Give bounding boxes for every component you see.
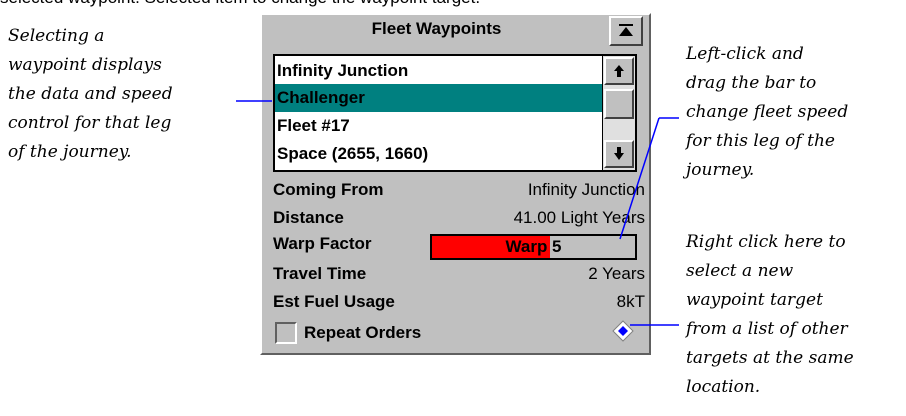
clipped-caption-text: selected waypoint. Selected item to chan… — [0, 0, 906, 9]
waypoint-list[interactable]: Infinity Junction Challenger Fleet #17 S… — [273, 54, 637, 172]
repeat-orders-label: Repeat Orders — [304, 323, 422, 342]
list-item-waypoint-2[interactable]: Fleet #17 — [275, 112, 602, 140]
coming-from-label: Coming From — [273, 180, 384, 199]
list-scrollbar[interactable] — [602, 56, 635, 170]
distance-value: 41.00 Light Years — [513, 208, 645, 227]
annotation-line: Selecting a — [8, 26, 105, 46]
annotation-line: journey. — [686, 160, 755, 180]
travel-time-label: Travel Time — [273, 264, 367, 283]
annotation-line: change fleet speed — [686, 102, 849, 122]
annotation-selecting-waypoint: Selecting a waypoint displays the data a… — [8, 22, 173, 167]
est-fuel-value: 8kT — [616, 292, 645, 311]
diamond-icon — [612, 320, 634, 342]
annotation-line: Right click here to — [686, 232, 846, 252]
waypoint-target-diamond-button[interactable] — [612, 320, 634, 342]
est-fuel-row: Est Fuel Usage 8kT — [273, 292, 645, 318]
annotation-line: the data and speed — [8, 84, 173, 104]
annotation-line: drag the bar to — [686, 73, 817, 93]
warp-speed-bar[interactable]: Warp 5 — [430, 234, 637, 260]
list-item-waypoint-1[interactable]: Challenger — [275, 84, 602, 112]
annotation-warp-bar: Left-click and drag the bar to change fl… — [686, 40, 848, 185]
annotation-line: waypoint displays — [8, 55, 162, 75]
coming-from-value: Infinity Junction — [527, 180, 645, 199]
est-fuel-label: Est Fuel Usage — [273, 292, 395, 311]
annotation-line: select a new — [686, 261, 794, 281]
collapse-button[interactable] — [609, 16, 643, 46]
panel-title: Fleet Waypoints — [371, 19, 502, 38]
list-item-waypoint-3[interactable]: Space (2655, 1660) — [275, 140, 602, 168]
annotation-line: location. — [686, 377, 761, 397]
travel-time-row: Travel Time 2 Years — [273, 264, 645, 290]
fleet-waypoints-panel: Fleet Waypoints Infinity Junction Challe… — [260, 13, 651, 355]
annotation-line: targets at the same — [686, 348, 854, 368]
scroll-thumb[interactable] — [604, 89, 634, 119]
scroll-up-button[interactable] — [604, 57, 634, 85]
annotation-line: Left-click and — [686, 44, 804, 64]
list-item-waypoint-0[interactable]: Infinity Junction — [275, 57, 602, 85]
arrow-up-icon — [614, 65, 624, 77]
annotation-line: of the journey. — [8, 142, 132, 162]
repeat-orders-checkbox[interactable] — [275, 322, 297, 344]
coming-from-row: Coming From Infinity Junction — [273, 180, 645, 206]
distance-label: Distance — [273, 208, 344, 227]
annotation-line: waypoint target — [686, 290, 823, 310]
collapse-up-icon — [619, 24, 633, 36]
warp-factor-row: Warp Factor Warp 5 — [273, 234, 645, 260]
annotation-line: from a list of other — [686, 319, 848, 339]
arrow-down-icon — [614, 147, 624, 160]
distance-row: Distance 41.00 Light Years — [273, 208, 645, 234]
warp-speed-value: Warp 5 — [505, 237, 562, 256]
travel-time-value: 2 Years — [588, 264, 645, 283]
annotation-waypoint-target: Right click here to select a new waypoin… — [686, 228, 854, 402]
annotation-line: control for that leg — [8, 113, 172, 133]
annotation-line: for this leg of the — [686, 131, 835, 151]
scroll-down-button[interactable] — [604, 140, 634, 168]
warp-factor-label: Warp Factor — [273, 234, 372, 253]
